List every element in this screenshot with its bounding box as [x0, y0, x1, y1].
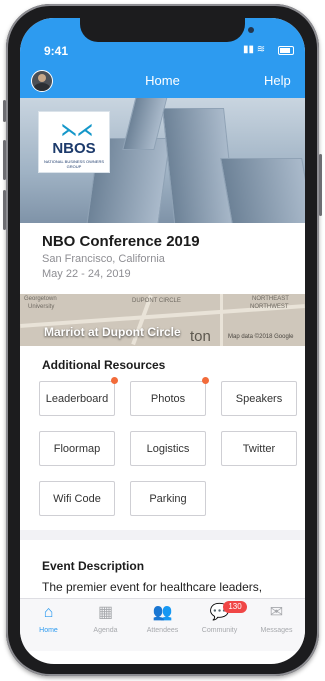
resource-label: Twitter	[242, 442, 276, 455]
logo-subtitle: NATIONAL BUSINESS OWNERS GROUP	[43, 159, 104, 169]
map-label: NORTHEAST	[252, 296, 289, 302]
notification-dot	[111, 377, 118, 384]
tab-label: Agenda	[93, 627, 118, 634]
resource-floormap-button[interactable]: Floormap	[39, 431, 115, 466]
volume-up-button	[3, 140, 6, 180]
tab-home[interactable]: ⌂ Home	[20, 602, 77, 634]
map-label: University	[28, 304, 55, 310]
tab-messages[interactable]: ✉ Messages	[248, 602, 305, 634]
event-dates: May 22 - 24, 2019	[42, 268, 131, 280]
community-badge: 130	[223, 601, 247, 613]
phone-frame: 9:41 ▮▮ ≋ Home Help ⋋⋌ NBOS NATIONAL BUS…	[3, 4, 322, 676]
venue-name[interactable]: Marriot at Dupont Circle	[44, 325, 181, 339]
signal-wifi-icon: ▮▮ ≋	[243, 44, 266, 55]
mail-icon: ✉	[269, 604, 284, 621]
tab-label: Messages	[260, 627, 293, 634]
status-time: 9:41	[44, 44, 69, 58]
map-label: DUPONT CIRCLE	[132, 298, 181, 304]
people-icon: 👥	[152, 604, 173, 621]
event-location: San Francisco, California	[42, 253, 165, 265]
resource-label: Floormap	[53, 442, 101, 455]
calendar-icon: ▦	[97, 604, 114, 621]
map-road	[220, 294, 223, 346]
tab-agenda[interactable]: ▦ Agenda	[77, 602, 134, 634]
description-title: Event Description	[42, 559, 145, 573]
resource-leaderboard-button[interactable]: Leaderboard	[39, 381, 115, 416]
map-label: NORTHWEST	[250, 304, 289, 310]
volume-down-button	[3, 190, 6, 230]
map-credit: Map data ©2018 Google	[228, 334, 294, 340]
page-title: Home	[145, 73, 180, 88]
building-shape	[220, 158, 305, 223]
resource-twitter-button[interactable]: Twitter	[221, 431, 297, 466]
map-label: Georgetown	[24, 296, 57, 302]
section-divider	[20, 530, 305, 540]
notch	[80, 18, 254, 42]
resource-label: Parking	[149, 492, 187, 505]
battery-icon	[278, 46, 294, 55]
tab-label: Community	[201, 627, 238, 634]
logo-mark-icon: ⋋⋌	[61, 122, 93, 139]
resource-speakers-button[interactable]: Speakers	[221, 381, 297, 416]
resource-label: Logistics	[146, 442, 190, 455]
notification-dot	[202, 377, 209, 384]
nbos-logo: ⋋⋌ NBOS NATIONAL BUSINESS OWNERS GROUP	[38, 111, 110, 173]
mute-switch	[3, 100, 6, 122]
tab-label: Home	[39, 627, 58, 634]
resource-logistics-button[interactable]: Logistics	[130, 431, 206, 466]
help-link[interactable]: Help	[264, 73, 291, 88]
resource-photos-button[interactable]: Photos	[130, 381, 206, 416]
logo-text: NBOS	[52, 140, 96, 157]
resource-wifi-code-button[interactable]: Wifi Code	[39, 481, 115, 516]
app-screen: 9:41 ▮▮ ≋ Home Help ⋋⋌ NBOS NATIONAL BUS…	[20, 18, 305, 664]
house-icon: ⌂	[43, 604, 54, 621]
resource-label: Leaderboard	[45, 392, 109, 405]
tab-label: Attendees	[146, 627, 179, 634]
resource-label: Speakers	[235, 392, 283, 405]
camera-dot	[248, 27, 254, 33]
resource-label: Wifi Code	[53, 492, 101, 505]
power-button	[319, 154, 322, 216]
map-city-label: ton	[190, 328, 211, 345]
event-title: NBO Conference 2019	[42, 233, 200, 250]
resource-label: Photos	[150, 392, 186, 405]
description-text: The premier event for healthcare leaders…	[42, 580, 263, 594]
tab-attendees[interactable]: 👥 Attendees	[134, 602, 191, 634]
resource-parking-button[interactable]: Parking	[130, 481, 206, 516]
resources-title: Additional Resources	[42, 358, 166, 372]
